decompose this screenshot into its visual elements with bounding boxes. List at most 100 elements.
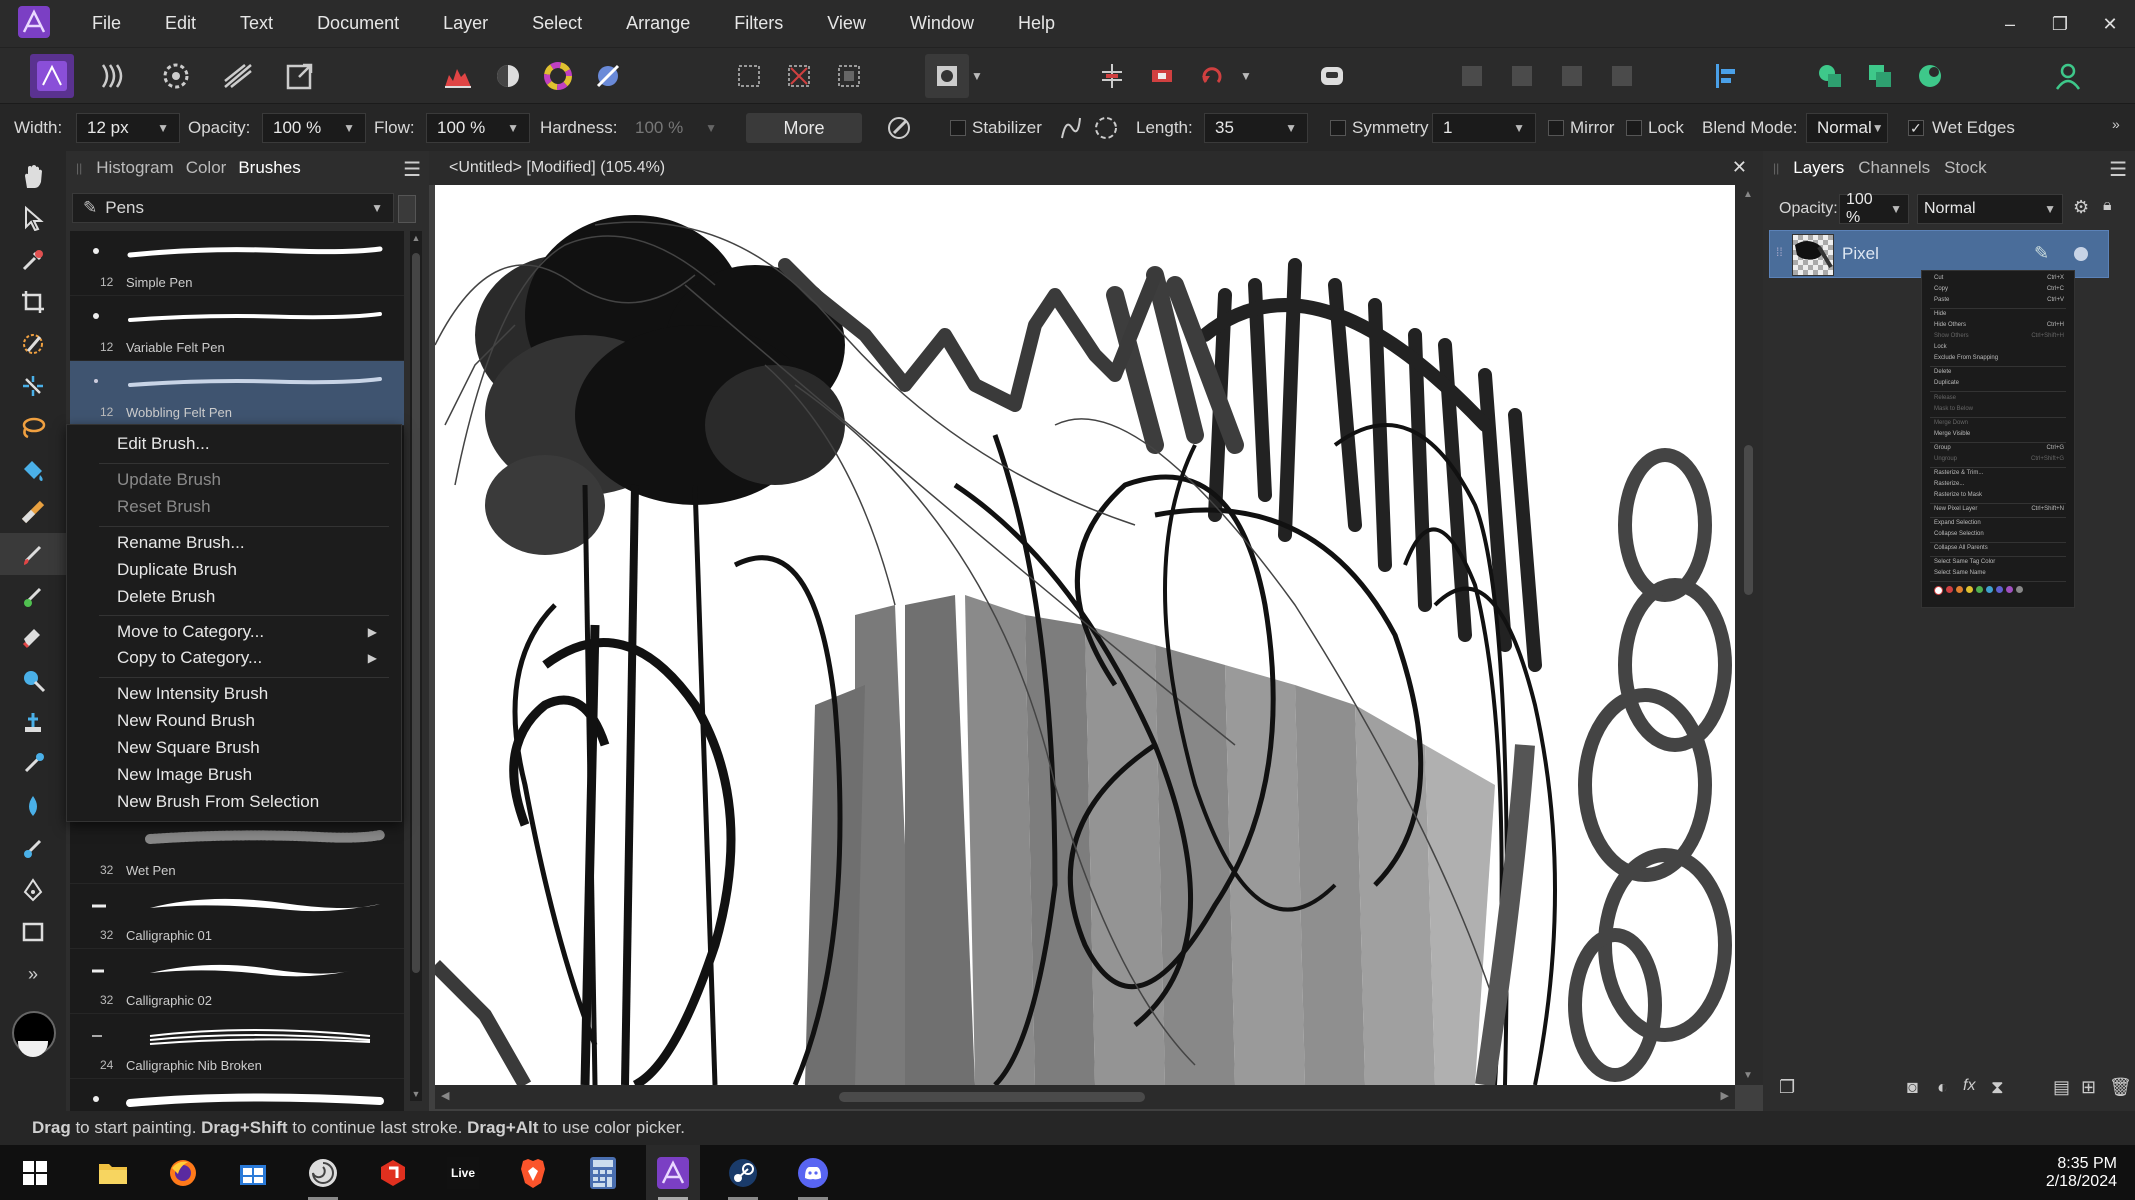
menu-select[interactable]: Select	[510, 0, 604, 47]
canvas-vertical-scrollbar[interactable]: ▲ ▼	[1735, 185, 1763, 1085]
menu-duplicate-brush[interactable]: Duplicate Brush	[117, 560, 237, 580]
mirror-checkbox[interactable]	[1548, 120, 1564, 136]
select-all-icon[interactable]	[727, 54, 771, 98]
lm-rasterize[interactable]: Rasterize...	[1934, 481, 1964, 487]
scroll-up-icon[interactable]: ▲	[410, 233, 422, 243]
menu-new-intensity-brush[interactable]: New Intensity Brush	[117, 684, 268, 704]
force-pixel-align-icon[interactable]	[1140, 54, 1184, 98]
scroll-up-icon[interactable]: ▲	[1743, 189, 1753, 200]
rectangle-tool-icon[interactable]	[0, 911, 66, 953]
close-document-icon[interactable]: ✕	[1732, 157, 1747, 178]
arrange-front-icon[interactable]	[1600, 54, 1644, 98]
brush-item-wobbling-felt-pen[interactable]: 12 Wobbling Felt Pen	[70, 361, 404, 426]
tab-stock[interactable]: Stock	[1944, 158, 1987, 178]
calculator-icon[interactable]	[576, 1145, 630, 1200]
intersect-boolean-icon[interactable]	[1908, 54, 1952, 98]
opacity-field[interactable]: 100 % ▼	[262, 113, 366, 143]
close-window-icon[interactable]: ✕	[2099, 13, 2121, 35]
secondary-color-swatch[interactable]	[18, 1041, 48, 1057]
tab-brushes[interactable]: Brushes	[238, 158, 300, 178]
lm-hide-others[interactable]: Hide Others	[1934, 322, 1966, 328]
menu-view[interactable]: View	[805, 0, 888, 47]
lm-collapse-selection[interactable]: Collapse Selection	[1934, 531, 1984, 537]
layer-visibility-icon[interactable]	[2074, 247, 2088, 261]
tab-color[interactable]: Color	[186, 158, 227, 178]
tag-none-swatch[interactable]	[1934, 586, 1943, 595]
brush-item-simple-pen[interactable]: 12 Simple Pen	[70, 231, 404, 296]
live-filter-icon[interactable]: fx	[1963, 1077, 1975, 1095]
menu-delete-brush[interactable]: Delete Brush	[117, 587, 215, 607]
lm-delete[interactable]: Delete	[1934, 369, 1951, 375]
menu-rename-brush[interactable]: Rename Brush...	[117, 533, 245, 553]
menu-layer[interactable]: Layer	[421, 0, 510, 47]
add-boolean-icon[interactable]	[1808, 54, 1852, 98]
view-tool-hand-icon[interactable]	[0, 155, 66, 197]
layer-settings-gear-icon[interactable]: ⚙	[2073, 197, 2089, 218]
menu-copy-to-category[interactable]: Copy to Category...	[117, 648, 262, 668]
brave-icon[interactable]	[506, 1145, 560, 1200]
file-explorer-icon[interactable]	[86, 1145, 140, 1200]
lm-hide[interactable]: Hide	[1934, 311, 1946, 317]
lm-exclude-snapping[interactable]: Exclude From Snapping	[1934, 355, 1998, 361]
menu-help[interactable]: Help	[996, 0, 1077, 47]
freehand-selection-tool-icon[interactable]	[0, 407, 66, 449]
panel-menu-icon[interactable]: ☰	[403, 157, 421, 182]
category-options-icon[interactable]	[398, 195, 416, 223]
paint-brush-tool-icon[interactable]	[0, 533, 66, 575]
panel-menu-icon[interactable]: ☰	[2109, 157, 2127, 182]
brush-item-partial[interactable]	[70, 1079, 404, 1111]
lm-select-same-tag[interactable]: Select Same Tag Color	[1934, 559, 1995, 565]
lm-duplicate[interactable]: Duplicate	[1934, 380, 1959, 386]
white-balance-icon[interactable]	[486, 54, 530, 98]
drawing-canvas[interactable]	[435, 185, 1735, 1085]
flood-fill-tool-icon[interactable]	[0, 449, 66, 491]
add-mask-icon[interactable]: ◙	[1907, 1077, 1918, 1098]
tab-histogram[interactable]: Histogram	[96, 158, 173, 178]
snapping-icon[interactable]	[1090, 54, 1134, 98]
color-picker-tool-icon[interactable]	[0, 239, 66, 281]
lm-lock[interactable]: Lock	[1934, 344, 1947, 350]
wet-edges-checkbox[interactable]	[1908, 120, 1924, 136]
windows-start-icon[interactable]	[8, 1145, 62, 1200]
color-replacement-tool-icon[interactable]	[0, 575, 66, 617]
layer-opacity-field[interactable]: 100 % ▼	[1839, 191, 1909, 226]
menu-document[interactable]: Document	[295, 0, 421, 47]
brush-item-wet-pen[interactable]: 32 Wet Pen	[70, 819, 404, 884]
lm-rasterize-trim[interactable]: Rasterize & Trim...	[1934, 470, 1983, 476]
layer-drag-handle-icon[interactable]: ⁞⁞	[1776, 245, 1783, 259]
steam-icon[interactable]	[716, 1145, 770, 1200]
lm-group[interactable]: Group	[1934, 445, 1951, 451]
tag-purple-swatch[interactable]	[2006, 586, 2013, 593]
flow-field[interactable]: 100 % ▼	[426, 113, 530, 143]
panel-grip-icon[interactable]: ||	[1773, 161, 1779, 175]
scrollbar-thumb[interactable]	[839, 1092, 1145, 1102]
scrollbar-thumb[interactable]	[412, 253, 420, 973]
affinity-photo-taskbar-icon[interactable]	[646, 1145, 700, 1200]
flood-select-tool-icon[interactable]	[0, 365, 66, 407]
discord-icon[interactable]	[786, 1145, 840, 1200]
menu-filters[interactable]: Filters	[712, 0, 805, 47]
scroll-left-icon[interactable]: ◀	[441, 1089, 449, 1102]
canvas-horizontal-scrollbar[interactable]: ◀ ▶	[435, 1085, 1735, 1109]
overflow-chevron-icon[interactable]: »	[2112, 116, 2120, 132]
lm-copy[interactable]: Copy	[1934, 286, 1948, 292]
length-field[interactable]: 35 ▼	[1204, 113, 1308, 143]
healing-brush-tool-icon[interactable]	[0, 743, 66, 785]
pen-tool-icon[interactable]	[0, 869, 66, 911]
menu-new-image-brush[interactable]: New Image Brush	[117, 765, 252, 785]
tag-green-swatch[interactable]	[1976, 586, 1983, 593]
deselect-icon[interactable]	[777, 54, 821, 98]
liquify-persona-icon[interactable]	[92, 54, 136, 98]
ableton-live-icon[interactable]: Live	[436, 1145, 490, 1200]
add-pixel-layer-icon[interactable]: ⊞	[2081, 1077, 2096, 1098]
hourglass-icon[interactable]: ⧗	[1991, 1077, 2004, 1098]
subtract-boolean-icon[interactable]	[1858, 54, 1902, 98]
menu-edit-brush[interactable]: Edit Brush...	[117, 434, 210, 454]
menu-new-square-brush[interactable]: New Square Brush	[117, 738, 260, 758]
lm-collapse-all-parents[interactable]: Collapse All Parents	[1934, 545, 1988, 551]
quick-mask-dropdown-icon[interactable]: ▼	[971, 69, 983, 83]
dodge-tool-icon[interactable]	[0, 659, 66, 701]
tag-yellow-swatch[interactable]	[1966, 586, 1973, 593]
minimize-icon[interactable]: –	[1999, 13, 2021, 35]
lm-expand-selection[interactable]: Expand Selection	[1934, 520, 1981, 526]
